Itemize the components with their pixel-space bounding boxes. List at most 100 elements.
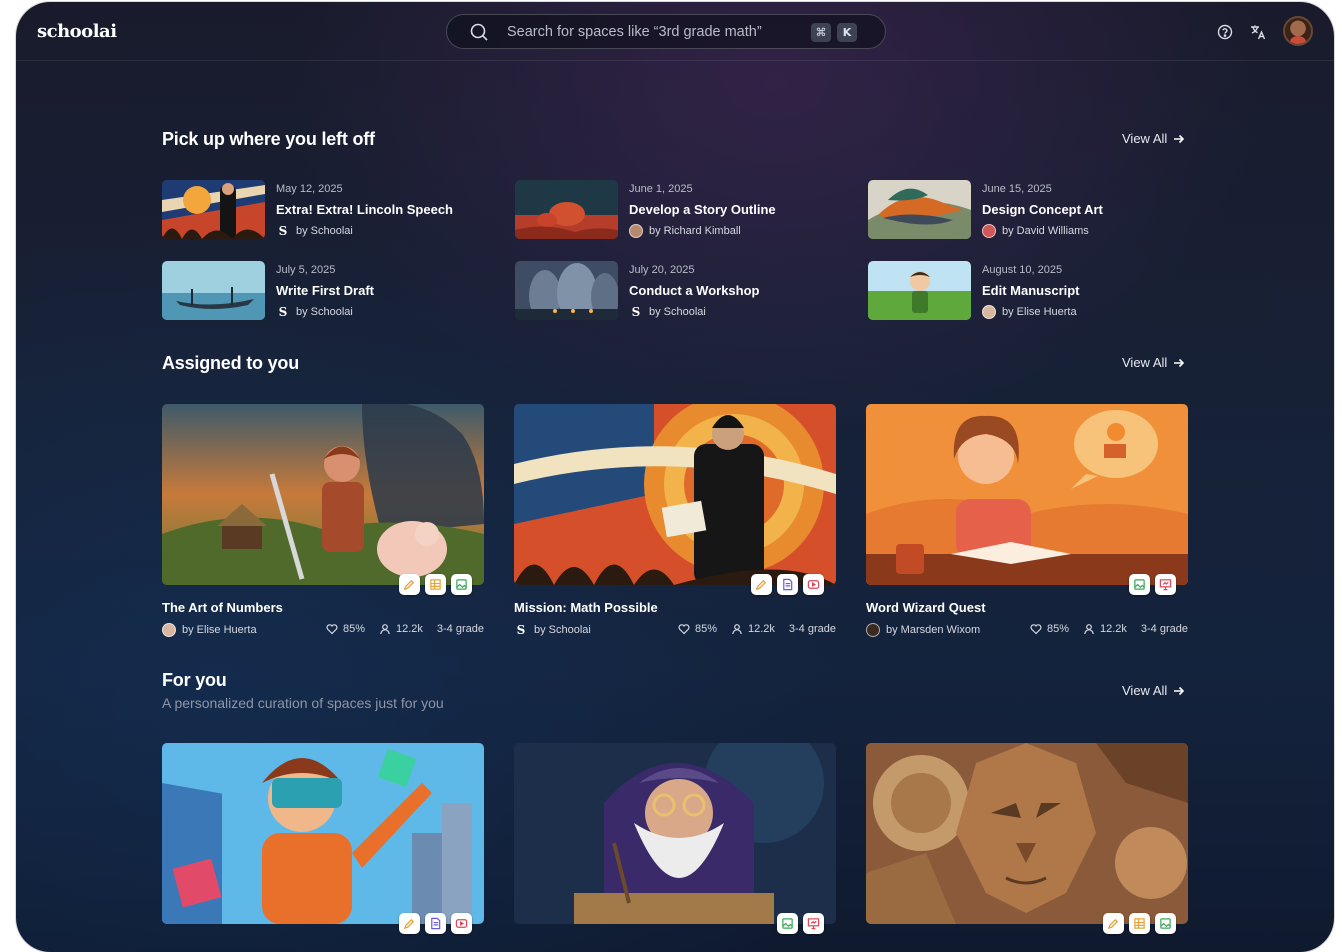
schoolai-mark-icon: S: [516, 623, 526, 637]
recent-title: Edit Manuscript: [982, 283, 1080, 298]
card-title: Word Wizard Quest: [866, 600, 986, 615]
schoolai-mark-icon: S: [278, 305, 288, 319]
grid-icon: [425, 574, 446, 595]
recent-date: June 15, 2025: [982, 183, 1052, 195]
arrow-right-icon: [1174, 134, 1185, 143]
space-card[interactable]: [866, 743, 1188, 943]
card-author: by Elise Huerta: [162, 623, 257, 637]
author-name: by Schoolai: [296, 306, 353, 318]
space-card[interactable]: [514, 743, 836, 943]
recent-item[interactable]: June 1, 2025 Develop a Story Outline by …: [515, 180, 855, 240]
presentation-icon: [803, 913, 824, 934]
recent-item[interactable]: May 12, 2025 Extra! Extra! Lincoln Speec…: [162, 180, 502, 240]
user-icon: [380, 624, 390, 635]
space-card[interactable]: [162, 743, 484, 943]
recent-author: Sby Schoolai: [276, 224, 353, 238]
help-icon[interactable]: [1216, 23, 1234, 41]
view-all-recent-link[interactable]: View All: [1122, 131, 1185, 146]
recent-item[interactable]: August 10, 2025 Edit Manuscript by Elise…: [868, 261, 1208, 321]
likes-value: 85%: [1046, 623, 1069, 635]
recent-item[interactable]: July 20, 2025 Conduct a Workshop Sby Sch…: [515, 261, 855, 321]
space-card[interactable]: Word Wizard Quest by Marsden Wixom 85% 1…: [866, 404, 1188, 644]
view-all-label: View All: [1122, 131, 1168, 146]
card-image: [514, 404, 836, 585]
thumbnail-image: [515, 261, 618, 320]
space-card[interactable]: Mission: Math Possible Sby Schoolai 85% …: [514, 404, 836, 644]
users-stat: 12.2k: [1083, 623, 1127, 635]
author-name: by Richard Kimball: [649, 225, 741, 237]
card-stats: 85% 12.2k 3-4 grade: [326, 623, 484, 635]
thumbnail-image: [868, 261, 971, 320]
heart-icon: [678, 624, 690, 635]
translate-icon[interactable]: [1249, 23, 1267, 41]
recent-author: Sby Schoolai: [276, 305, 353, 319]
recent-date: May 12, 2025: [276, 183, 343, 195]
image-icon: [451, 574, 472, 595]
card-meta: by Marsden Wixom 85% 12.2k 3-4 grade: [866, 623, 1188, 639]
likes-stat: 85%: [326, 623, 365, 635]
user-icon: [732, 624, 742, 635]
author-name: by Schoolai: [649, 306, 706, 318]
view-all-assigned-link[interactable]: View All: [1122, 355, 1185, 370]
grid-icon: [1129, 913, 1150, 934]
arrow-right-icon: [1174, 358, 1185, 367]
grade-label: 3-4 grade: [1140, 623, 1188, 635]
recent-item[interactable]: July 5, 2025 Write First Draft Sby Schoo…: [162, 261, 502, 321]
top-bar: schoolai ⌘ K: [16, 2, 1334, 61]
card-author: by Marsden Wixom: [866, 623, 980, 637]
recent-title: Extra! Extra! Lincoln Speech: [276, 202, 453, 217]
section-title-recent: Pick up where you left off: [162, 129, 375, 149]
recent-author: by Elise Huerta: [982, 305, 1077, 319]
users-value: 12.2k: [747, 623, 775, 635]
recent-date: June 1, 2025: [629, 183, 693, 195]
card-image: [514, 743, 836, 924]
content-type-badges: [1103, 913, 1176, 934]
content-type-badges: [777, 913, 824, 934]
grade-label: 3-4 grade: [436, 623, 484, 635]
pencil-icon: [399, 574, 420, 595]
content-type-badges: [399, 913, 472, 934]
schoolai-mark-icon: S: [631, 305, 641, 319]
app-window: schoolai ⌘ K Pick up where you left off …: [16, 2, 1334, 952]
search-icon: [470, 23, 488, 41]
document-icon: [425, 913, 446, 934]
recent-date: August 10, 2025: [982, 264, 1063, 276]
card-meta: Sby Schoolai 85% 12.2k 3-4 grade: [514, 623, 836, 639]
user-icon: [1084, 624, 1094, 635]
arrow-right-icon: [1174, 686, 1185, 695]
likes-value: 85%: [342, 623, 365, 635]
schoolai-logo[interactable]: schoolai: [37, 21, 117, 42]
recent-title: Develop a Story Outline: [629, 202, 776, 217]
author-name: by Schoolai: [296, 225, 353, 237]
content-type-badges: [751, 574, 824, 595]
content-type-badges: [399, 574, 472, 595]
recent-author: by Richard Kimball: [629, 224, 741, 238]
user-avatar[interactable]: [1283, 16, 1313, 46]
author-avatar: [162, 623, 176, 637]
view-all-for-you-link[interactable]: View All: [1122, 683, 1185, 698]
pencil-icon: [1103, 913, 1124, 934]
recent-item[interactable]: June 15, 2025 Design Concept Art by Davi…: [868, 180, 1208, 240]
image-icon: [777, 913, 798, 934]
card-title: Mission: Math Possible: [514, 600, 658, 615]
thumbnail-image: [162, 180, 265, 239]
document-icon: [777, 574, 798, 595]
card-meta: by Elise Huerta 85% 12.2k 3-4 grade: [162, 623, 484, 639]
search-input[interactable]: [507, 22, 807, 42]
likes-stat: 85%: [678, 623, 717, 635]
card-title: The Art of Numbers: [162, 600, 283, 615]
author-avatar: [982, 305, 996, 319]
command-key-hint: ⌘: [811, 23, 831, 42]
recent-author: Sby Schoolai: [629, 305, 706, 319]
section-title-for-you: For you: [162, 670, 227, 690]
users-value: 12.2k: [1099, 623, 1127, 635]
space-card[interactable]: The Art of Numbers by Elise Huerta 85% 1…: [162, 404, 484, 644]
card-image: [866, 404, 1188, 585]
author-name: by Elise Huerta: [182, 624, 257, 636]
image-icon: [1155, 913, 1176, 934]
likes-value: 85%: [694, 623, 717, 635]
thumbnail-image: [515, 180, 618, 239]
card-image: [162, 743, 484, 924]
search-bar[interactable]: ⌘ K: [446, 14, 886, 49]
section-title-assigned: Assigned to you: [162, 353, 300, 373]
